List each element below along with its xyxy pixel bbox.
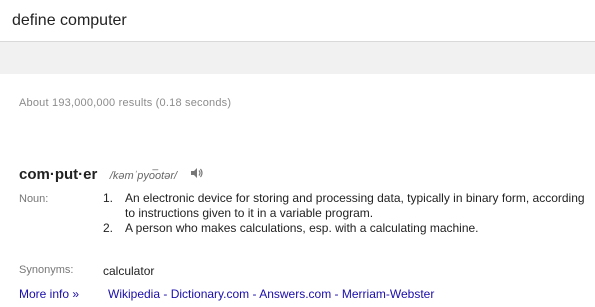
search-box[interactable] bbox=[0, 0, 595, 42]
headword: com·put·er bbox=[19, 166, 98, 184]
definitions-list: 1. An electronic device for storing and … bbox=[103, 191, 593, 236]
part-of-speech: Noun: bbox=[19, 193, 49, 205]
dictionary-headline: com·put·er /kəmˈpyo͞otər/ bbox=[19, 166, 204, 184]
source-link-dictionary[interactable]: Dictionary.com bbox=[171, 287, 249, 301]
definition-text: A person who makes calculations, esp. wi… bbox=[125, 221, 479, 235]
definition-text: An electronic device for storing and pro… bbox=[125, 191, 585, 220]
source-link-answers[interactable]: Answers.com bbox=[259, 287, 331, 301]
sources-links: Wikipedia - Dictionary.com - Answers.com… bbox=[108, 287, 434, 301]
separator: - bbox=[160, 287, 171, 301]
separator: - bbox=[249, 287, 260, 301]
definition-number: 2. bbox=[103, 221, 114, 235]
synonyms-label: Synonyms: bbox=[19, 264, 74, 276]
definition-number: 1. bbox=[103, 191, 114, 205]
definition-item: 2. A person who makes calculations, esp.… bbox=[103, 221, 593, 236]
definition-item: 1. An electronic device for storing and … bbox=[103, 191, 593, 221]
source-link-wikipedia[interactable]: Wikipedia bbox=[108, 287, 160, 301]
separator: - bbox=[331, 287, 342, 301]
more-info-link[interactable]: More info » bbox=[19, 287, 79, 301]
synonyms-value: calculator bbox=[103, 264, 155, 278]
pronunciation: /kəmˈpyo͞otər/ bbox=[109, 170, 178, 183]
source-link-merriam-webster[interactable]: Merriam-Webster bbox=[342, 287, 434, 301]
result-stats: About 193,000,000 results (0.18 seconds) bbox=[19, 97, 232, 109]
speaker-icon[interactable] bbox=[190, 166, 204, 184]
toolbar-band bbox=[0, 42, 595, 74]
search-input[interactable] bbox=[12, 6, 582, 36]
